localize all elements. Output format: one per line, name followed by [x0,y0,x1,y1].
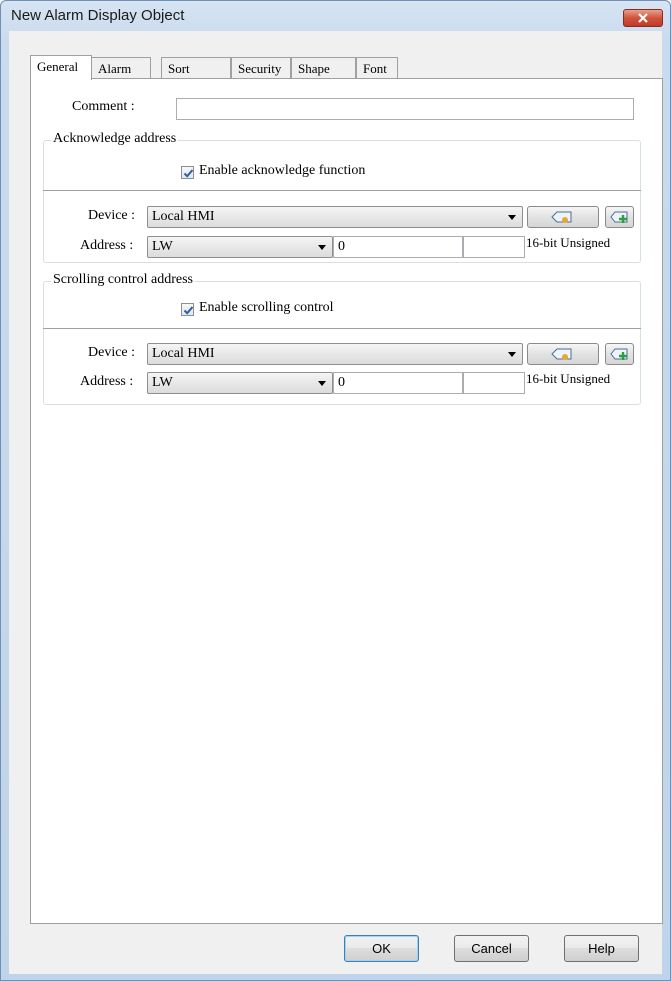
tab-shape[interactable]: Shape [291,57,356,79]
acknowledge-device-value: Local HMI [152,209,215,224]
add-tag-icon [609,211,627,223]
acknowledge-device-add-button[interactable] [605,206,634,228]
acknowledge-group-title: Acknowledge address [51,131,179,147]
tab-sort-label: Sort [168,61,190,76]
scrolling-enable-checkbox[interactable] [181,303,194,316]
tab-alarm[interactable]: Alarm [91,57,151,79]
scrolling-device-settings-button[interactable] [527,343,599,365]
scrolling-data-type: 16-bit Unsigned [526,371,611,386]
tab-font[interactable]: Font [356,57,398,79]
tag-settings-icon [551,211,572,223]
tab-alarm-label: Alarm [98,61,132,76]
scrolling-separator [43,328,641,329]
tag-settings-icon [551,348,572,360]
tab-sort[interactable]: Sort [161,57,231,79]
help-button[interactable]: Help [564,935,639,962]
scrolling-enable-label: Enable scrolling control [199,300,334,315]
acknowledge-enable-checkbox[interactable] [181,166,194,179]
acknowledge-address-extra-input[interactable] [463,236,525,258]
acknowledge-device-select[interactable]: Local HMI [147,206,523,228]
checkmark-icon [183,306,194,315]
acknowledge-device-label: Device : [88,208,136,223]
tab-font-label: Font [363,61,387,76]
tab-security-label: Security [238,61,282,76]
close-button[interactable] [623,9,663,27]
comment-label: Comment : [72,99,135,114]
scrolling-device-label: Device : [88,345,136,360]
scrolling-group-title: Scrolling control address [51,272,195,288]
acknowledge-enable-label: Enable acknowledge function [199,163,366,178]
acknowledge-device-settings-button[interactable] [527,206,599,228]
scrolling-address-label: Address : [80,374,134,389]
scrolling-device-add-button[interactable] [605,343,634,365]
scrolling-address-input[interactable]: 0 [333,372,463,394]
scrolling-address-extra-input[interactable] [463,372,525,394]
scrolling-address-type-select[interactable]: LW [147,372,333,394]
window-title: New Alarm Display Object [11,7,185,24]
chevron-down-icon [318,381,326,386]
close-icon [638,13,648,23]
acknowledge-address-input[interactable]: 0 [333,236,463,258]
acknowledge-address-label: Address : [80,238,134,253]
chevron-down-icon [318,245,326,250]
scrolling-address-type-value: LW [152,375,173,390]
cancel-button[interactable]: Cancel [454,935,529,962]
ok-button[interactable]: OK [344,935,419,962]
tab-security[interactable]: Security [231,57,291,79]
acknowledge-data-type: 16-bit Unsigned [526,235,611,250]
scrolling-device-value: Local HMI [152,346,215,361]
acknowledge-separator [43,190,641,191]
chevron-down-icon [508,352,516,357]
acknowledge-address-type-value: LW [152,239,173,254]
tab-shape-label: Shape [298,61,330,76]
comment-input[interactable] [176,98,634,120]
scrolling-device-select[interactable]: Local HMI [147,343,523,365]
tab-general-label: General [37,59,79,74]
title-bar[interactable]: New Alarm Display Object [1,1,670,31]
tab-general[interactable]: General [30,55,92,80]
add-tag-icon [609,348,627,360]
chevron-down-icon [508,215,516,220]
checkmark-icon [183,169,194,178]
acknowledge-address-type-select[interactable]: LW [147,236,333,258]
